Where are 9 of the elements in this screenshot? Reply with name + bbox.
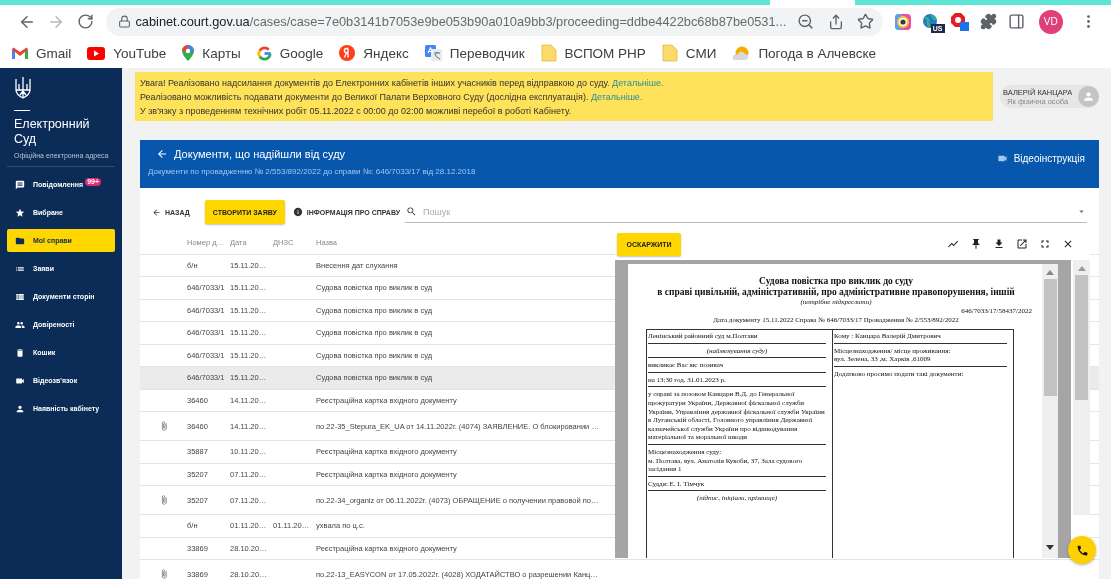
page-title: Документи, що надійшли від суду [174, 148, 346, 160]
page-subtitle: Документи по провадженню № 2/553/892/2022 до справи №: 646/7033/17 від 28.12.2018 [148, 167, 476, 176]
document-subtitle: в справі цивільній, адміністративній, про адміністративне правопорушення, іншій [657, 287, 1015, 298]
url-text: cabinet.court.gov.ua/cases/case=7e0b3141b7053e9be053b90a010a9bb3/proceeding=ddbe4422bc68b87be0531... [135, 14, 788, 29]
brand-name: Електронний Суд [14, 117, 91, 147]
notice-text: Реалізовано можливість подавати документи до Великої Палати Верховного Суду (дослідна експлуатація). Детальніше. [140, 91, 644, 104]
notice-text: Увага! Реалізовано надсилання документів до Електронних кабінетів інших учасників перед відправкою до суду. Детальніше. [140, 77, 665, 90]
notice-text: У зв'язку з проведенням технічних робіт 05.11.2022 с 00:00 до 02:00 можливі перебої в роботі Кабінету. [140, 105, 572, 118]
document-title: Судова повістка про виклик до суду [759, 276, 913, 287]
